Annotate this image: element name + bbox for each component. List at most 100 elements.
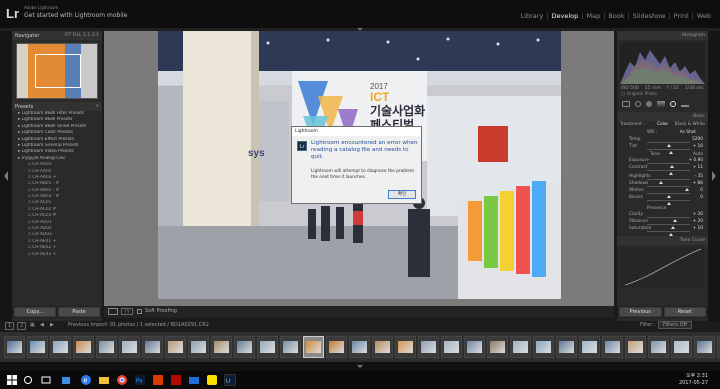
filmstrip-thumbnail[interactable] (326, 336, 347, 358)
module-library[interactable]: Library (518, 12, 547, 20)
slider-contrast[interactable]: Contrast + 11 (617, 165, 708, 175)
slider-track[interactable] (647, 199, 690, 205)
soft-proofing-checkbox[interactable] (137, 309, 142, 314)
red-eye-icon[interactable] (646, 101, 652, 107)
filmstrip-thumbnail[interactable] (602, 336, 623, 358)
photoshop-icon[interactable]: Ps (134, 374, 146, 386)
previous-button[interactable]: Previous (619, 307, 662, 317)
histogram-header[interactable]: Histogram (617, 31, 708, 40)
slider-tint[interactable]: Tint + 16 (617, 144, 708, 154)
slider-value[interactable]: + 20 (693, 219, 703, 224)
spot-removal-icon[interactable] (635, 101, 641, 107)
slider-track[interactable] (647, 141, 690, 147)
tone-auto-button[interactable]: Auto (693, 152, 703, 157)
before-after-icon[interactable]: YY (121, 308, 133, 315)
edge-browser-icon[interactable]: e (80, 374, 92, 386)
filmstrip-thumbnail[interactable] (96, 336, 117, 358)
left-panel-edge[interactable] (0, 31, 12, 321)
wb-select[interactable]: As Shot (680, 130, 696, 135)
acrobat-icon[interactable] (170, 374, 182, 386)
filmstrip-thumbnail[interactable] (694, 336, 715, 358)
crop-tool-icon[interactable] (622, 101, 630, 107)
slider-temp[interactable]: Temp 5200 (617, 137, 708, 147)
slider-track[interactable] (647, 169, 690, 175)
slider-value[interactable]: + 86 (693, 181, 703, 186)
filmstrip-thumbnail[interactable] (280, 336, 301, 358)
system-clock[interactable]: 오후 2:31 2017-05-27 (679, 373, 708, 386)
module-book[interactable]: Book (605, 12, 627, 20)
navigator-viewport[interactable] (35, 54, 81, 88)
filmstrip-thumbnail[interactable] (510, 336, 531, 358)
filmstrip-thumbnail[interactable] (119, 336, 140, 358)
slider-saturation[interactable]: Saturation + 10 (617, 226, 708, 236)
histogram[interactable] (620, 42, 705, 84)
slider-value[interactable]: + 16 (693, 144, 703, 149)
filmstrip-thumbnail[interactable] (188, 336, 209, 358)
filmstrip-thumbnail[interactable] (441, 336, 462, 358)
navigator-preview[interactable] (16, 43, 98, 99)
tone-curve-graph[interactable] (621, 247, 704, 287)
slider-track[interactable] (647, 162, 690, 168)
filmstrip-thumbnail[interactable] (165, 336, 186, 358)
filmstrip-thumbnail[interactable] (211, 336, 232, 358)
slider-value[interactable]: + 30 (693, 212, 703, 217)
back-arrow-icon[interactable]: ◀ (40, 322, 44, 328)
filmstrip-thumbnail[interactable] (556, 336, 577, 358)
filmstrip-thumbnail[interactable] (257, 336, 278, 358)
slider-highlights[interactable]: Highlights - 35 (617, 174, 708, 184)
grid-view-icon[interactable]: ▦ (30, 322, 35, 328)
radial-filter-icon[interactable] (670, 101, 676, 107)
slider-track[interactable] (647, 223, 690, 229)
filmstrip-thumbnail[interactable] (533, 336, 554, 358)
slider-value[interactable]: 0 (700, 195, 703, 200)
add-preset-icon[interactable]: + (95, 104, 99, 109)
dialog-ok-button[interactable]: 확인 (388, 190, 416, 199)
adjustment-brush-icon[interactable] (681, 101, 689, 107)
store-icon[interactable] (60, 374, 72, 386)
filmstrip-thumbnail[interactable] (4, 336, 25, 358)
filmstrip-source[interactable]: Previous Import (68, 322, 107, 328)
office-icon[interactable] (152, 374, 164, 386)
slider-track[interactable] (647, 192, 690, 198)
preset-item[interactable]: ▫ CH-AE03 + (12, 252, 102, 258)
right-panel-edge[interactable] (708, 31, 720, 321)
filmstrip-thumbnail[interactable] (648, 336, 669, 358)
file-explorer-icon[interactable] (98, 374, 110, 386)
slider-value[interactable]: + 10 (693, 226, 703, 231)
module-web[interactable]: Web (694, 12, 714, 20)
filmstrip-thumbnail[interactable] (418, 336, 439, 358)
navigator-header[interactable]: Navigator FIT FILL 1:1 3:1 (12, 31, 102, 40)
chrome-icon[interactable] (116, 374, 128, 386)
dialog-titlebar[interactable]: Lightroom (292, 127, 421, 136)
slider-value[interactable]: 0 (700, 188, 703, 193)
graduated-filter-icon[interactable] (657, 101, 665, 107)
filmstrip-thumbnail[interactable] (303, 336, 324, 358)
filmstrip-thumbnail[interactable] (142, 336, 163, 358)
treatment-bw[interactable]: Black & White (675, 122, 705, 127)
filmstrip-thumbnail[interactable] (464, 336, 485, 358)
bottom-panel-edge[interactable] (0, 362, 720, 371)
module-slideshow[interactable]: Slideshow (630, 12, 669, 20)
slider-clarity[interactable]: Clarity + 30 (617, 212, 708, 222)
slider-shadows[interactable]: Shadows + 86 (617, 181, 708, 191)
reset-button[interactable]: Reset (663, 307, 706, 317)
filmstrip-thumbnail[interactable] (487, 336, 508, 358)
filmstrip-thumbnail[interactable] (50, 336, 71, 358)
lightroom-taskbar-icon[interactable]: Lr (224, 374, 236, 386)
task-view-icon[interactable] (40, 374, 52, 386)
slider-whites[interactable]: Whites 0 (617, 188, 708, 198)
slider-track[interactable] (647, 178, 690, 184)
mail-icon[interactable] (188, 374, 200, 386)
slider-track[interactable] (647, 216, 690, 222)
treatment-color[interactable]: Color (657, 122, 668, 127)
module-print[interactable]: Print (671, 12, 692, 20)
slider-vibrance[interactable]: Vibrance + 20 (617, 219, 708, 229)
slider-track[interactable] (647, 230, 690, 236)
search-icon[interactable] (22, 374, 34, 386)
basic-header[interactable]: Basic (617, 112, 708, 121)
filmstrip-thumbnail[interactable] (27, 336, 48, 358)
slider-value[interactable]: - 35 (695, 174, 703, 179)
module-map[interactable]: Map (583, 12, 603, 20)
presets-header[interactable]: Presets + (12, 102, 102, 111)
filmstrip-count[interactable]: 91 photos / 1 selected / BD1A0291.CR2 (110, 322, 209, 328)
